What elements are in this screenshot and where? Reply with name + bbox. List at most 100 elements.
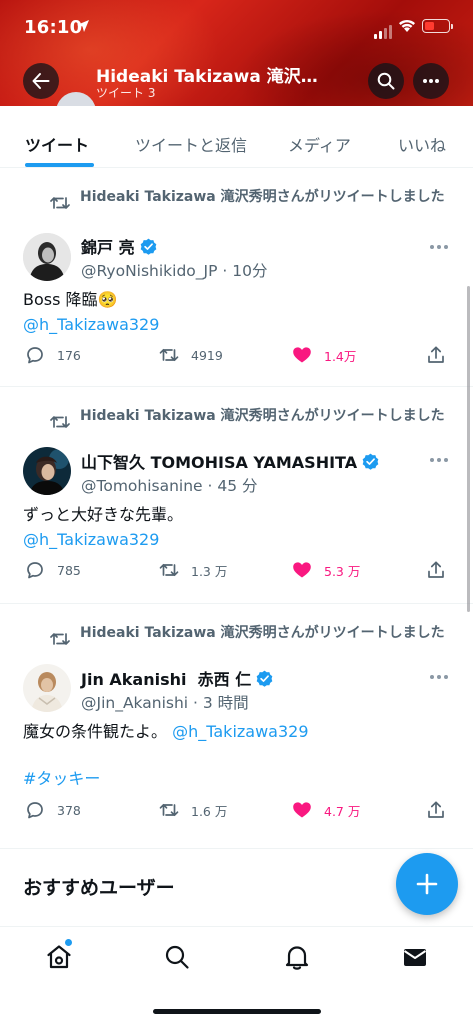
- status-bar: 16:10: [0, 0, 473, 56]
- verified-badge-icon: [256, 670, 273, 687]
- hashtag-link[interactable]: #タッキー: [23, 766, 453, 791]
- retweet-icon: [159, 803, 179, 817]
- tab-media[interactable]: メディア: [288, 132, 351, 156]
- heart-filled-icon: [293, 802, 311, 818]
- author-name[interactable]: Jin Akanishi 赤西 仁: [81, 666, 273, 690]
- avatar[interactable]: [23, 664, 71, 712]
- reply-icon: [27, 347, 43, 364]
- share-icon: [428, 346, 444, 363]
- search-icon: [377, 72, 395, 90]
- tweet-text-line: 魔女の条件観たよ。 @h_Takizawa329: [23, 719, 453, 744]
- tweet-text: Boss 降臨🥺: [23, 290, 118, 309]
- reply-button[interactable]: 378: [25, 800, 81, 820]
- retweet-icon: [159, 563, 179, 577]
- retweet-count: 1.6 万: [191, 803, 228, 819]
- status-time: 16:10: [24, 17, 83, 38]
- back-button[interactable]: [23, 63, 59, 99]
- share-button[interactable]: [426, 345, 446, 365]
- author-name[interactable]: 錦戸 亮: [81, 234, 157, 258]
- mention-link[interactable]: @h_Takizawa329: [172, 722, 308, 741]
- wifi-icon: [399, 19, 415, 32]
- avatar[interactable]: [23, 447, 71, 495]
- tweet-more-icon[interactable]: [430, 675, 448, 681]
- mention-link[interactable]: @h_Takizawa329: [23, 312, 453, 337]
- tweet-text: ずっと大好きな先輩。: [23, 505, 184, 524]
- tweet-card[interactable]: Hideaki Takizawa 滝沢秀明さんがリツイートしました 山下智久 T…: [0, 388, 473, 604]
- scrollbar[interactable]: [467, 286, 470, 612]
- heart-filled-icon: [293, 562, 311, 578]
- search-icon[interactable]: [163, 943, 191, 971]
- tweet-text: 魔女の条件観たよ。: [23, 722, 168, 741]
- mail-icon[interactable]: [401, 943, 429, 971]
- tab-tweets-and-replies[interactable]: ツイートと返信: [135, 132, 247, 156]
- active-tab-indicator: [25, 163, 94, 167]
- verified-badge-icon: [362, 453, 379, 470]
- recommended-users-heading: おすすめユーザー: [23, 877, 175, 899]
- like-count: 5.3 万: [324, 563, 361, 579]
- compose-tweet-button[interactable]: [396, 853, 458, 915]
- retweet-button[interactable]: 4919: [159, 345, 223, 365]
- retweet-icon: [50, 197, 70, 209]
- share-button[interactable]: [426, 560, 446, 580]
- retweet-button[interactable]: 1.3 万: [159, 560, 227, 580]
- back-arrow-icon: [32, 73, 50, 89]
- avatar[interactable]: [23, 233, 71, 281]
- author-handle-time: @Jin_Akanishi · 3 時間: [81, 694, 249, 712]
- author-handle-time: @RyoNishikido_JP · 10分: [81, 262, 268, 280]
- share-icon: [428, 561, 444, 578]
- tweet-card[interactable]: Hideaki Takizawa 滝沢秀明さんがリツイートしました 錦戸 亮 @…: [0, 169, 473, 387]
- tweet-body: ずっと大好きな先輩。 @h_Takizawa329: [23, 502, 453, 552]
- more-icon: [423, 79, 439, 83]
- tweet-count: ツイート 3: [96, 86, 156, 100]
- share-button[interactable]: [426, 800, 446, 820]
- heart-filled-icon: [293, 347, 311, 363]
- tweet-actions: 785 1.3 万 5.3 万: [0, 560, 473, 580]
- reply-count: 378: [57, 802, 81, 818]
- author-name-text[interactable]: 錦戸 亮: [81, 234, 135, 258]
- bottom-navigation: [0, 926, 473, 1024]
- more-options-button[interactable]: [413, 63, 449, 99]
- author-name-text[interactable]: 山下智久 TOMOHISA YAMASHITA: [81, 449, 357, 473]
- mention-link[interactable]: @h_Takizawa329: [23, 527, 453, 552]
- tweet-body: Boss 降臨🥺 @h_Takizawa329: [23, 287, 453, 337]
- tweet-more-icon[interactable]: [430, 458, 448, 464]
- retweet-count: 1.3 万: [191, 563, 228, 579]
- reply-icon: [27, 802, 43, 819]
- home-icon[interactable]: [45, 943, 73, 971]
- tweet-body: 魔女の条件観たよ。 @h_Takizawa329 #タッキー: [23, 719, 453, 791]
- search-button[interactable]: [368, 63, 404, 99]
- home-indicator: [153, 1009, 321, 1014]
- like-button[interactable]: 4.7 万: [292, 800, 360, 820]
- reply-icon: [27, 562, 43, 579]
- retweet-button[interactable]: 1.6 万: [159, 800, 227, 820]
- tab-likes[interactable]: いいね: [398, 132, 446, 156]
- reply-count: 785: [57, 562, 81, 578]
- unread-dot: [65, 939, 72, 946]
- retweet-label: Hideaki Takizawa 滝沢秀明さんがリツイートしました: [80, 408, 445, 424]
- retweet-count: 4919: [191, 347, 223, 363]
- battery-icon: [422, 19, 453, 33]
- share-icon: [428, 801, 444, 818]
- tweet-actions: 176 4919 1.4万: [0, 345, 473, 365]
- plus-icon: [416, 873, 438, 895]
- tweet-actions: 378 1.6 万 4.7 万: [0, 800, 473, 820]
- author-name-text[interactable]: Jin Akanishi 赤西 仁: [81, 666, 251, 690]
- verified-badge-icon: [140, 238, 156, 255]
- retweet-label: Hideaki Takizawa 滝沢秀明さんがリツイートしました: [80, 625, 445, 641]
- like-button[interactable]: 1.4万: [292, 345, 356, 365]
- author-name[interactable]: 山下智久 TOMOHISA YAMASHITA: [81, 449, 379, 473]
- tweet-more-icon[interactable]: [430, 245, 448, 251]
- retweet-icon: [50, 633, 70, 645]
- like-button[interactable]: 5.3 万: [292, 560, 360, 580]
- profile-tabs: ツイート ツイートと返信 メディア いいね: [0, 106, 473, 168]
- reply-button[interactable]: 785: [25, 560, 81, 580]
- retweet-icon: [159, 348, 179, 362]
- reply-count: 176: [57, 347, 81, 363]
- location-arrow-icon: [77, 20, 89, 32]
- tweet-card[interactable]: Hideaki Takizawa 滝沢秀明さんがリツイートしました Jin Ak…: [0, 605, 473, 849]
- reply-button[interactable]: 176: [25, 345, 81, 365]
- bell-icon[interactable]: [283, 943, 311, 971]
- author-handle-time: @Tomohisanine · 45 分: [81, 477, 258, 495]
- like-count: 1.4万: [324, 348, 357, 364]
- tab-tweets[interactable]: ツイート: [25, 132, 89, 156]
